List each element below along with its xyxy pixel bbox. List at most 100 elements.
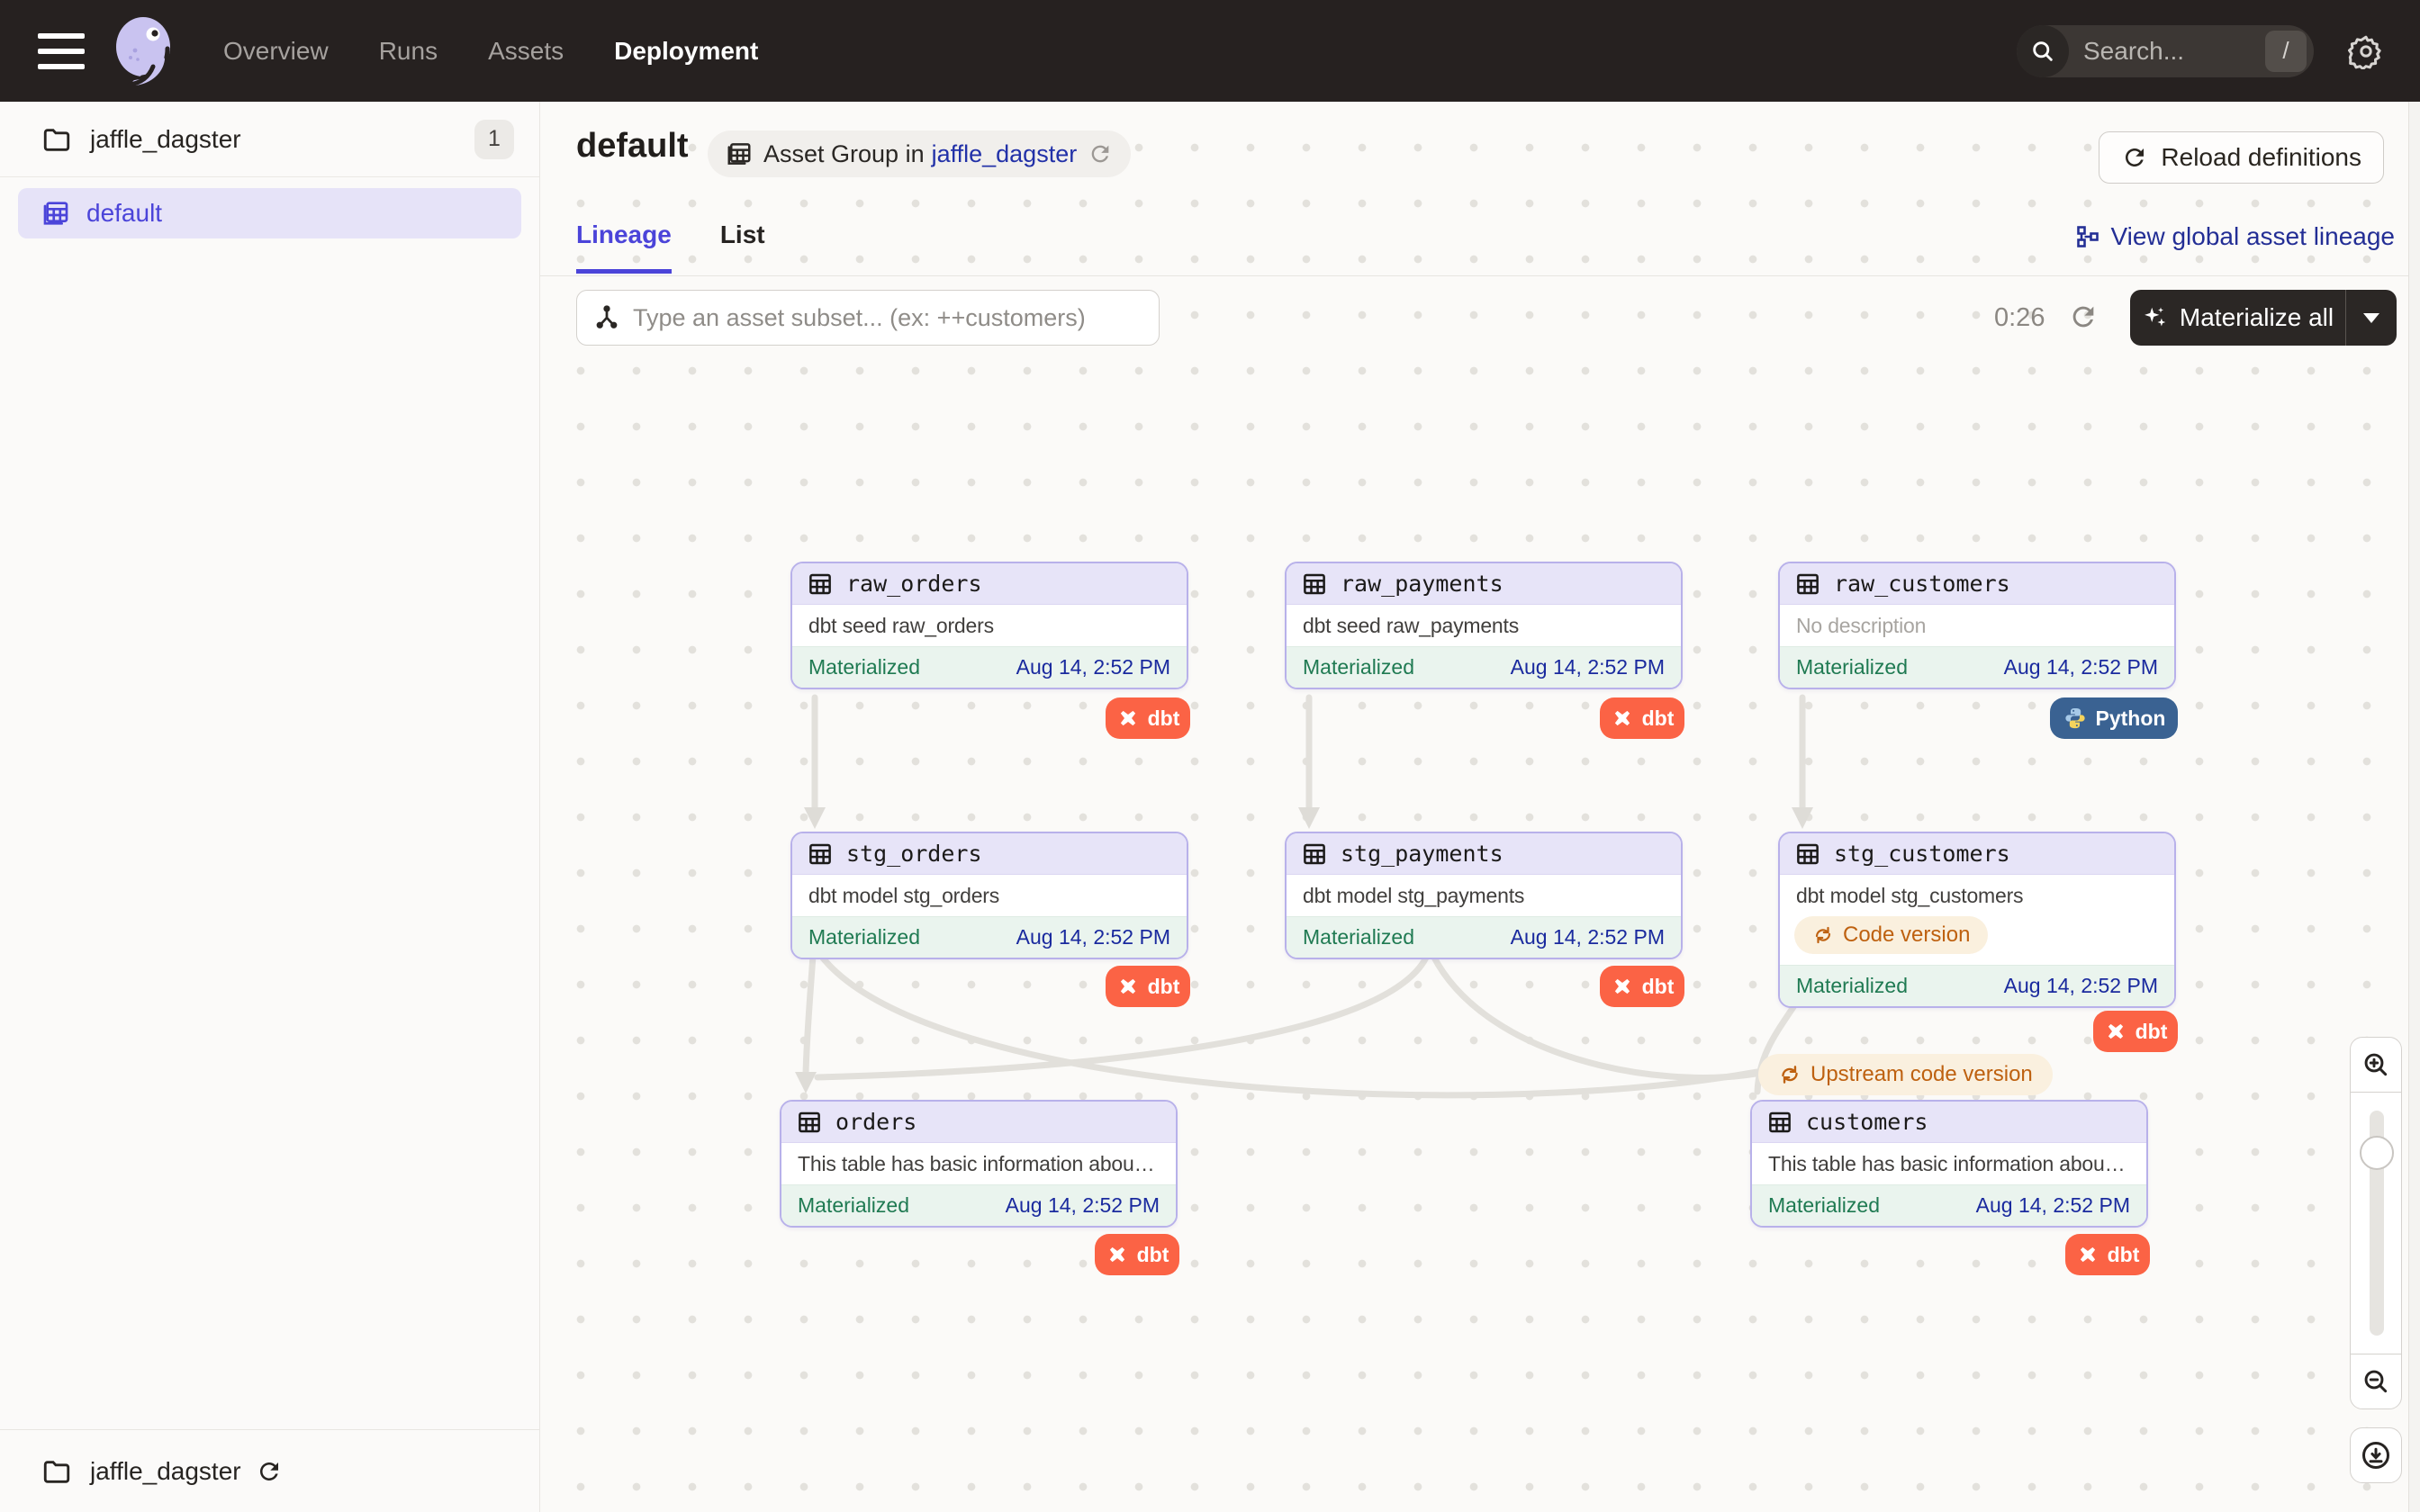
dbt-compute-badge[interactable]: dbt xyxy=(1106,698,1190,739)
asset-group-pill: Asset Group in jaffle_dagster xyxy=(708,130,1131,177)
reload-definitions-button[interactable]: Reload definitions xyxy=(2099,131,2384,184)
dbt-compute-badge[interactable]: dbt xyxy=(2093,1011,2178,1052)
dbt-compute-badge[interactable]: dbt xyxy=(1106,966,1190,1007)
nav-deployment[interactable]: Deployment xyxy=(614,37,758,66)
tab-list[interactable]: List xyxy=(720,220,765,274)
download-image-button[interactable] xyxy=(2350,1427,2402,1483)
asset-node-orders[interactable]: orders This table has basic information a… xyxy=(780,1100,1178,1228)
materialized-timestamp[interactable]: Aug 14, 2:52 PM xyxy=(1511,655,1665,680)
asset-node-raw_payments[interactable]: raw_paymentsdbt seed raw_paymentsMateria… xyxy=(1285,562,1683,689)
chevron-down-icon xyxy=(2363,313,2379,323)
asset-node-footer: MaterializedAug 14, 2:52 PM xyxy=(781,1184,1176,1226)
materialized-timestamp[interactable]: Aug 14, 2:52 PM xyxy=(1016,655,1170,680)
asset-node-description: dbt model stg_payments xyxy=(1287,875,1681,916)
compute-badge-label: dbt xyxy=(1642,975,1675,999)
dbt-compute-badge[interactable]: dbt xyxy=(2065,1234,2150,1275)
asset-node-name: orders xyxy=(835,1109,917,1135)
materialized-timestamp[interactable]: Aug 14, 2:52 PM xyxy=(1511,925,1665,950)
folder-icon xyxy=(41,1456,72,1487)
materialized-timestamp[interactable]: Aug 14, 2:52 PM xyxy=(1016,925,1170,950)
asset-node-description: This table has basic information about .… xyxy=(781,1143,1176,1184)
zoom-out-button[interactable] xyxy=(2350,1354,2402,1409)
graph-timer: 0:26 xyxy=(1994,303,2045,333)
gear-icon[interactable] xyxy=(2348,33,2384,69)
asset-group-icon xyxy=(726,140,753,167)
asset-table-icon xyxy=(1794,841,1821,868)
materialized-timestamp[interactable]: Aug 14, 2:52 PM xyxy=(2004,974,2158,998)
materialized-status: Materialized xyxy=(1303,925,1414,950)
asset-node-name: stg_customers xyxy=(1834,841,2010,867)
dbt-compute-badge[interactable]: dbt xyxy=(1600,698,1684,739)
asset-node-footer: Materialized Aug 14, 2:52 PM xyxy=(1287,646,1681,688)
zoom-slider-thumb[interactable] xyxy=(2360,1136,2394,1170)
search-shortcut-key: / xyxy=(2265,31,2307,72)
compute-badge-label: dbt xyxy=(1148,975,1180,999)
asset-node-customers[interactable]: customersThis table has basic informatio… xyxy=(1750,1100,2148,1228)
asset-table-icon xyxy=(807,571,834,598)
materialized-timestamp[interactable]: Aug 14, 2:52 PM xyxy=(1006,1193,1160,1218)
asset-node-description: dbt model stg_orders xyxy=(792,875,1187,916)
asset-subset-icon xyxy=(593,304,620,331)
search-input[interactable]: Search... / xyxy=(2017,25,2314,77)
nav-assets[interactable]: Assets xyxy=(488,37,564,66)
asset-node-raw_orders[interactable]: raw_ordersdbt seed raw_ordersMaterialize… xyxy=(790,562,1188,689)
dagster-app: Overview Runs Assets Deployment Search..… xyxy=(0,0,2420,1512)
view-global-label: View global asset lineage xyxy=(2111,222,2395,251)
tab-lineage[interactable]: Lineage xyxy=(576,220,672,274)
asset-subset-input[interactable]: Type an asset subset... (ex: ++customers… xyxy=(576,290,1160,346)
asset-node-header: stg_payments xyxy=(1287,833,1681,875)
refresh-icon[interactable] xyxy=(2068,302,2099,332)
tab-divider xyxy=(540,275,2420,276)
dagster-logo-icon[interactable] xyxy=(108,13,178,90)
dbt-logo-icon xyxy=(1106,1243,1129,1266)
sidebar-project-label: jaffle_dagster xyxy=(90,125,474,154)
compute-badge-label: dbt xyxy=(1642,706,1675,731)
zoom-out-icon xyxy=(2361,1367,2390,1396)
asset-node-stg_payments[interactable]: stg_paymentsdbt model stg_payments Materi… xyxy=(1285,832,1683,959)
nav-runs[interactable]: Runs xyxy=(379,37,438,66)
reload-definitions-label: Reload definitions xyxy=(2161,143,2361,172)
asset-node-footer: MaterializedAug 14, 2:52 PM xyxy=(792,646,1187,688)
dbt-logo-icon xyxy=(1611,975,1634,998)
search-placeholder: Search... xyxy=(2083,37,2265,66)
asset-table-icon xyxy=(807,841,834,868)
materialize-all-label: Materialize all xyxy=(2180,303,2334,332)
upstream-code-version-tag: Upstream code version xyxy=(1758,1054,2053,1095)
asset-group-pill-link[interactable]: jaffle_dagster xyxy=(932,140,1078,168)
dbt-logo-icon xyxy=(1116,975,1140,998)
materialized-status: Materialized xyxy=(1303,655,1414,680)
scrollbar-track[interactable] xyxy=(2408,102,2420,1512)
materialized-timestamp[interactable]: Aug 14, 2:52 PM xyxy=(1976,1193,2130,1218)
materialized-status: Materialized xyxy=(1768,1193,1880,1218)
refresh-icon[interactable] xyxy=(256,1458,283,1485)
materialized-timestamp[interactable]: Aug 14, 2:52 PM xyxy=(2004,655,2158,680)
nav-overview[interactable]: Overview xyxy=(223,37,329,66)
asset-node-name: raw_customers xyxy=(1834,571,2010,597)
asset-node-header: customers xyxy=(1752,1102,2146,1143)
zoom-slider[interactable] xyxy=(2350,1093,2402,1354)
sidebar: jaffle_dagster 1 default jaffle_dagster xyxy=(0,102,540,1512)
compute-badge-label: dbt xyxy=(1137,1243,1169,1267)
page-title: default xyxy=(576,127,689,166)
materialize-all-button[interactable]: Materialize all xyxy=(2130,290,2397,346)
materialized-status: Materialized xyxy=(1796,655,1908,680)
materialize-dropdown-caret[interactable] xyxy=(2346,313,2397,323)
asset-node-raw_customers[interactable]: raw_customersNo descriptionMaterializedA… xyxy=(1778,562,2176,689)
python-compute-badge[interactable]: Python xyxy=(2050,698,2178,739)
tab-bar: Lineage List xyxy=(576,220,765,274)
compute-badge-label: dbt xyxy=(2108,1243,2140,1267)
sidebar-project-count-badge: 1 xyxy=(474,120,514,159)
refresh-icon[interactable] xyxy=(1088,141,1113,166)
materialized-status: Materialized xyxy=(808,925,920,950)
asset-node-stg_orders[interactable]: stg_ordersdbt model stg_ordersMaterializ… xyxy=(790,832,1188,959)
sidebar-project-row[interactable]: jaffle_dagster 1 xyxy=(0,102,539,177)
asset-group-icon xyxy=(41,199,70,228)
dbt-compute-badge[interactable]: dbt xyxy=(1600,966,1684,1007)
dbt-compute-badge[interactable]: dbt xyxy=(1095,1234,1179,1275)
view-global-asset-lineage-link[interactable]: View global asset lineage xyxy=(2075,222,2395,251)
asset-node-stg_customers[interactable]: stg_customersdbt model stg_customersCode… xyxy=(1778,832,2176,1008)
sidebar-item-default[interactable]: default xyxy=(18,188,521,238)
hamburger-menu-icon[interactable] xyxy=(38,33,85,69)
compute-badge-label: Python xyxy=(2096,706,2166,731)
zoom-in-button[interactable] xyxy=(2350,1037,2402,1093)
